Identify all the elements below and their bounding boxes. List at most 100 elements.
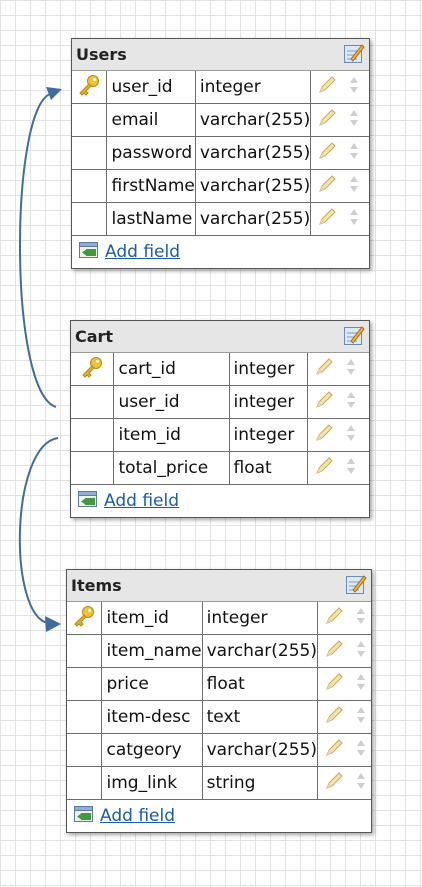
reorder-arrows-icon[interactable]	[356, 772, 366, 795]
field-row[interactable]: lastName varchar(255)	[72, 202, 369, 236]
pencil-icon[interactable]	[317, 174, 337, 199]
field-type: integer	[229, 385, 308, 419]
field-name: password	[106, 136, 196, 170]
field-type: float	[229, 451, 308, 485]
arrowhead-users	[46, 87, 62, 100]
field-type: text	[202, 700, 318, 734]
field-list: cart_id integer user_id integer item_id …	[71, 353, 369, 485]
reorder-arrows-icon[interactable]	[356, 706, 366, 729]
pencil-icon[interactable]	[324, 738, 344, 763]
field-name: cart_id	[113, 353, 230, 386]
field-name: user_id	[106, 71, 196, 104]
pencil-icon[interactable]	[324, 606, 344, 631]
pencil-icon[interactable]	[324, 639, 344, 664]
pencil-icon[interactable]	[314, 357, 334, 382]
pencil-icon[interactable]	[324, 771, 344, 796]
table-header: Items	[67, 570, 371, 602]
field-row[interactable]: firstName varchar(255)	[72, 169, 369, 203]
field-type: varchar(255)	[195, 136, 312, 170]
field-name: firstName	[106, 169, 196, 203]
primary-key-icon	[80, 356, 104, 383]
table-footer: Add field	[71, 485, 369, 517]
field-type: integer	[229, 418, 308, 452]
users-table: Users user_id integer email varchar(255)…	[71, 38, 370, 269]
field-type: integer	[202, 602, 318, 635]
add-field-icon[interactable]	[77, 489, 99, 513]
add-field-icon[interactable]	[73, 804, 95, 828]
table-title: Users	[76, 45, 127, 64]
reorder-arrows-icon[interactable]	[346, 424, 356, 447]
table-header: Users	[72, 39, 369, 71]
edit-table-icon[interactable]	[345, 573, 367, 599]
field-row[interactable]: user_id integer	[72, 71, 369, 104]
pencil-icon[interactable]	[317, 141, 337, 166]
pencil-icon[interactable]	[324, 705, 344, 730]
field-row[interactable]: img_link string	[67, 766, 371, 800]
field-row[interactable]: password varchar(255)	[72, 136, 369, 170]
edit-table-icon[interactable]	[343, 324, 365, 350]
cart-table: Cart cart_id integer user_id integer ite…	[70, 320, 370, 518]
reorder-arrows-icon[interactable]	[356, 673, 366, 696]
pencil-icon[interactable]	[314, 423, 334, 448]
field-row[interactable]: user_id integer	[71, 385, 369, 419]
field-type: integer	[229, 353, 308, 386]
reorder-arrows-icon[interactable]	[346, 358, 356, 381]
pencil-icon[interactable]	[317, 207, 337, 232]
reorder-arrows-icon[interactable]	[356, 607, 366, 630]
table-footer: Add field	[72, 236, 369, 268]
field-name: item_id	[113, 418, 230, 452]
reorder-arrows-icon[interactable]	[346, 457, 356, 480]
pencil-icon[interactable]	[314, 390, 334, 415]
field-name: catgeory	[101, 733, 203, 767]
add-field-link[interactable]: Add field	[105, 242, 180, 262]
add-field-icon[interactable]	[78, 240, 100, 264]
pencil-icon[interactable]	[314, 456, 334, 481]
field-type: integer	[195, 71, 312, 104]
field-name: total_price	[113, 451, 230, 485]
reorder-arrows-icon[interactable]	[349, 175, 359, 198]
field-row[interactable]: item_id integer	[67, 602, 371, 635]
field-name: item_name	[101, 634, 203, 668]
reorder-arrows-icon[interactable]	[349, 76, 359, 99]
reorder-arrows-icon[interactable]	[356, 739, 366, 762]
field-list: item_id integer item_name varchar(255) p…	[67, 602, 371, 800]
table-footer: Add field	[67, 800, 371, 832]
add-field-link[interactable]: Add field	[104, 491, 179, 511]
edit-table-icon[interactable]	[343, 42, 365, 68]
pencil-icon[interactable]	[324, 672, 344, 697]
field-row[interactable]: catgeory varchar(255)	[67, 733, 371, 767]
field-type: varchar(255)	[195, 103, 312, 137]
add-field-link[interactable]: Add field	[100, 806, 175, 826]
field-type: string	[202, 766, 318, 800]
field-row[interactable]: email varchar(255)	[72, 103, 369, 137]
field-row[interactable]: item-desc text	[67, 700, 371, 734]
field-type: float	[202, 667, 318, 701]
field-list: user_id integer email varchar(255) passw…	[72, 71, 369, 236]
field-row[interactable]: price float	[67, 667, 371, 701]
pencil-icon[interactable]	[317, 108, 337, 133]
reorder-arrows-icon[interactable]	[349, 109, 359, 132]
field-name: email	[106, 103, 196, 137]
relation-cart-user-to-users	[19, 93, 57, 408]
reorder-arrows-icon[interactable]	[356, 640, 366, 663]
reorder-arrows-icon[interactable]	[349, 208, 359, 231]
field-row[interactable]: item_name varchar(255)	[67, 634, 371, 668]
field-type: varchar(255)	[195, 169, 312, 203]
table-title: Items	[71, 576, 122, 595]
field-name: lastName	[106, 202, 196, 236]
field-name: img_link	[101, 766, 203, 800]
field-type: varchar(255)	[202, 733, 318, 767]
pencil-icon[interactable]	[317, 75, 337, 100]
field-row[interactable]: item_id integer	[71, 418, 369, 452]
field-row[interactable]: cart_id integer	[71, 353, 369, 386]
field-type: varchar(255)	[202, 634, 318, 668]
reorder-arrows-icon[interactable]	[346, 391, 356, 414]
field-name: price	[101, 667, 203, 701]
primary-key-icon	[77, 74, 101, 101]
field-name: item-desc	[101, 700, 203, 734]
field-row[interactable]: total_price float	[71, 451, 369, 485]
arrowhead-items	[45, 616, 61, 632]
items-table: Items item_id integer item_name varchar(…	[66, 569, 372, 833]
primary-key-icon	[72, 605, 96, 632]
reorder-arrows-icon[interactable]	[349, 142, 359, 165]
